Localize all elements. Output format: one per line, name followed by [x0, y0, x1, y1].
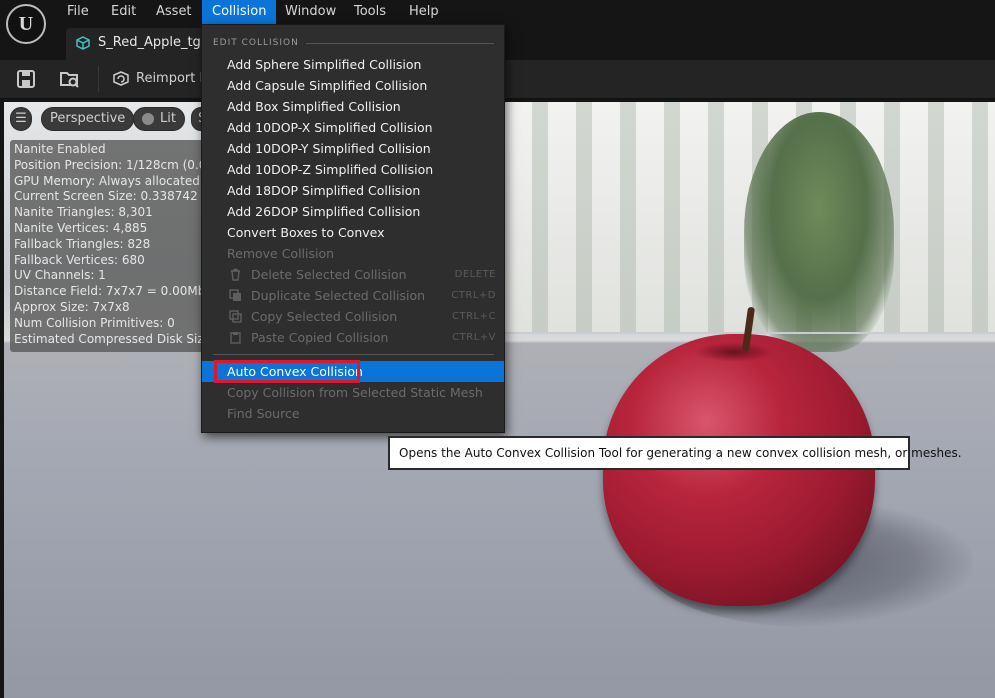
static-mesh-icon — [76, 36, 90, 50]
mesh-stats-overlay: Nanite Enabled Position Precision: 1/128… — [10, 140, 220, 352]
lit-label: Lit — [160, 111, 176, 126]
stat-line: Distance Field: 7x7x7 = 0.00Mb a — [14, 284, 217, 299]
stat-line: Fallback Vertices: 680 — [14, 252, 145, 267]
toolbar-separator — [98, 66, 99, 92]
stat-line: Nanite Triangles: 8,301 — [14, 205, 153, 220]
add-10dop-z-collision[interactable]: Add 10DOP-Z Simplified Collision — [202, 159, 504, 180]
menu-edit[interactable]: Edit — [101, 0, 146, 24]
reimport-label: Reimport B — [136, 71, 209, 86]
annotation-highlight-box — [214, 360, 360, 383]
stat-line: UV Channels: 1 — [14, 268, 106, 283]
duplicate-selected-collision[interactable]: Duplicate Selected Collision CTRL+D — [202, 285, 504, 306]
background-tree — [744, 112, 894, 352]
section-divider — [306, 43, 494, 44]
add-10dop-y-collision[interactable]: Add 10DOP-Y Simplified Collision — [202, 138, 504, 159]
convert-boxes-to-convex[interactable]: Convert Boxes to Convex — [202, 222, 504, 243]
lit-button[interactable]: Lit — [133, 107, 185, 131]
menu-bar: U File Edit Asset Collision Window Tools… — [0, 0, 995, 44]
stat-line: Fallback Triangles: 828 — [14, 236, 151, 251]
shortcut-label: DELETE — [454, 269, 496, 280]
lit-mode-icon — [142, 112, 154, 125]
paste-icon — [230, 332, 241, 344]
reimport-button[interactable]: Reimport B — [112, 68, 208, 90]
add-10dop-x-collision[interactable]: Add 10DOP-X Simplified Collision — [202, 117, 504, 138]
trash-icon — [231, 268, 240, 281]
perspective-button[interactable]: Perspective — [41, 107, 135, 131]
apple-mesh — [603, 334, 875, 606]
menu-tools[interactable]: Tools — [344, 0, 396, 24]
delete-selected-collision[interactable]: Delete Selected Collision DELETE — [202, 264, 504, 285]
menu-divider — [213, 354, 494, 355]
tooltip: Opens the Auto Convex Collision Tool for… — [388, 436, 962, 470]
add-capsule-collision[interactable]: Add Capsule Simplified Collision — [202, 75, 504, 96]
add-box-collision[interactable]: Add Box Simplified Collision — [202, 96, 504, 117]
add-18dop-collision[interactable]: Add 18DOP Simplified Collision — [202, 180, 504, 201]
menu-collision[interactable]: Collision — [202, 0, 277, 24]
copy-selected-collision[interactable]: Copy Selected Collision CTRL+C — [202, 306, 504, 327]
stat-line: Current Screen Size: 0.338742 — [14, 189, 198, 204]
unreal-logo-icon[interactable]: U — [6, 4, 46, 44]
remove-collision[interactable]: Remove Collision — [202, 243, 504, 264]
find-source[interactable]: Find Source — [202, 403, 504, 424]
stat-line: Nanite Enabled — [14, 142, 106, 156]
reimport-icon — [113, 70, 129, 86]
copy-icon — [229, 310, 242, 323]
section-header: EDIT COLLISION — [213, 38, 299, 48]
browse-asset-icon[interactable] — [58, 68, 80, 90]
stat-line: GPU Memory: Always allocated 9 — [14, 173, 212, 188]
shortcut-label: CTRL+D — [451, 290, 496, 301]
apple-stem-cavity — [694, 342, 774, 362]
shortcut-label: CTRL+V — [452, 332, 496, 343]
stat-line: Num Collision Primitives: 0 — [14, 315, 175, 330]
viewport-menu-button[interactable]: ☰ — [10, 107, 32, 131]
menu-window[interactable]: Window — [275, 0, 346, 24]
add-sphere-collision[interactable]: Add Sphere Simplified Collision — [202, 54, 504, 75]
asset-tab-title: S_Red_Apple_tgzc — [98, 35, 215, 50]
paste-copied-collision[interactable]: Paste Copied Collision CTRL+V — [202, 327, 504, 348]
tab-bar: S_Red_Apple_tgzc — [58, 24, 995, 60]
copy-collision-from-selected[interactable]: Copy Collision from Selected Static Mesh — [202, 382, 504, 403]
menu-asset[interactable]: Asset — [146, 0, 202, 24]
add-26dop-collision[interactable]: Add 26DOP Simplified Collision — [202, 201, 504, 222]
shortcut-label: CTRL+C — [452, 311, 496, 322]
stat-line: Nanite Vertices: 4,885 — [14, 220, 148, 235]
stat-line: Approx Size: 7x7x8 — [14, 299, 130, 314]
stat-line: Position Precision: 1/128cm (0.0 — [14, 157, 207, 172]
menu-help[interactable]: Help — [399, 0, 449, 24]
menu-file[interactable]: File — [57, 0, 99, 24]
save-icon[interactable] — [15, 68, 37, 90]
stat-line: Estimated Compressed Disk Size — [14, 331, 212, 346]
duplicate-icon — [229, 289, 241, 301]
